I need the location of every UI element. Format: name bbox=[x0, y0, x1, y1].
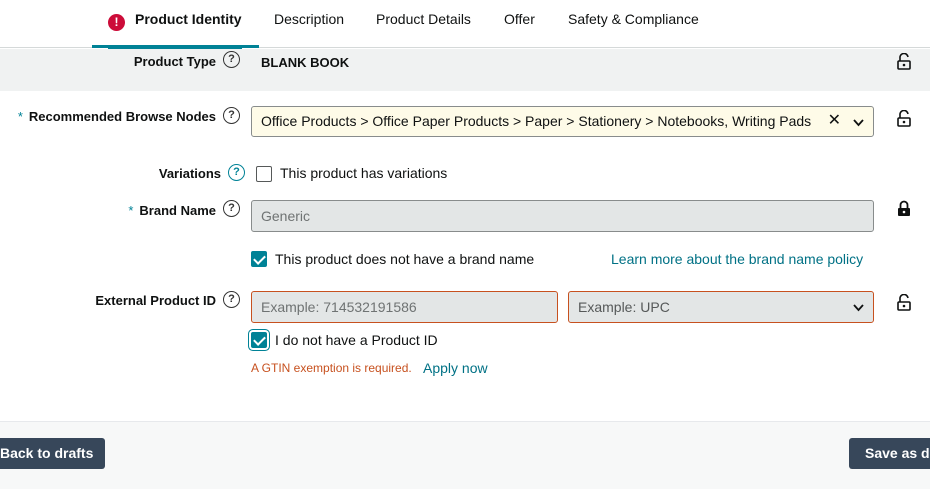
error-icon: ! bbox=[108, 14, 125, 31]
no-product-id-checkbox-label: I do not have a Product ID bbox=[275, 332, 438, 348]
tab-product-details[interactable]: Product Details bbox=[376, 0, 471, 48]
browse-nodes-help-icon[interactable]: ? bbox=[223, 107, 240, 124]
variations-checkbox[interactable] bbox=[256, 166, 272, 182]
gtin-error-message: A GTIN exemption is required. bbox=[251, 361, 412, 375]
product-id-type-value: Example: UPC bbox=[578, 299, 670, 315]
tab-offer[interactable]: Offer bbox=[504, 0, 535, 48]
back-to-drafts-button[interactable]: Back to drafts bbox=[0, 438, 106, 469]
tab-product-identity[interactable]: ! Product Identity bbox=[108, 0, 242, 49]
unlocked-lock-icon[interactable] bbox=[897, 294, 911, 311]
browse-nodes-label: * Recommended Browse Nodes bbox=[18, 109, 216, 124]
browse-nodes-value: Office Products > Office Paper Products … bbox=[261, 113, 812, 129]
external-id-label: External Product ID bbox=[95, 293, 216, 308]
product-type-value: BLANK BOOK bbox=[261, 55, 350, 70]
no-product-id-checkbox[interactable] bbox=[251, 332, 267, 348]
browse-nodes-select[interactable]: Office Products > Office Paper Products … bbox=[251, 106, 874, 137]
brand-name-label: * Brand Name bbox=[128, 203, 216, 218]
required-mark: * bbox=[17, 109, 23, 124]
variations-help-icon[interactable]: ? bbox=[228, 164, 245, 181]
tab-label: Product Identity bbox=[135, 11, 242, 27]
browse-nodes-label-text: Recommended Browse Nodes bbox=[28, 109, 216, 124]
no-brand-checkbox[interactable] bbox=[251, 251, 267, 267]
brand-name-label-text: Brand Name bbox=[139, 203, 216, 218]
active-tab-indicator bbox=[92, 45, 259, 48]
no-brand-checkbox-label: This product does not have a brand name bbox=[275, 251, 535, 267]
locked-lock-icon[interactable] bbox=[897, 200, 911, 217]
clear-icon[interactable]: ✕ bbox=[828, 107, 841, 135]
tab-description[interactable]: Description bbox=[274, 0, 344, 48]
unlocked-lock-icon[interactable] bbox=[897, 53, 911, 70]
apply-now-link[interactable]: Apply now bbox=[423, 360, 488, 376]
product-id-type-select[interactable]: Example: UPC bbox=[568, 291, 874, 323]
chevron-down-icon bbox=[853, 293, 864, 324]
product-id-input[interactable]: Example: 714532191586 bbox=[251, 291, 558, 323]
brand-policy-link[interactable]: Learn more about the brand name policy bbox=[611, 251, 863, 267]
variations-label: Variations bbox=[158, 166, 221, 181]
unlocked-lock-icon[interactable] bbox=[897, 110, 911, 127]
save-as-draft-button[interactable]: Save as draft bbox=[849, 438, 930, 469]
tab-safety-compliance[interactable]: Safety & Compliance bbox=[568, 0, 699, 48]
brand-name-input[interactable]: Generic bbox=[251, 200, 874, 232]
product-type-help-icon[interactable]: ? bbox=[223, 51, 240, 68]
required-mark: * bbox=[128, 203, 134, 218]
brand-name-help-icon[interactable]: ? bbox=[223, 200, 240, 217]
chevron-down-icon bbox=[853, 108, 864, 138]
product-type-label: Product Type bbox=[133, 54, 216, 69]
add-product-page: ! Product Identity Description Product De… bbox=[0, 0, 930, 489]
tab-bar: ! Product Identity Description Product De… bbox=[0, 0, 930, 49]
external-id-help-icon[interactable]: ? bbox=[223, 291, 240, 308]
footer-bar: Back to drafts Save as draft bbox=[0, 421, 930, 489]
variations-checkbox-label: This product has variations bbox=[280, 165, 448, 181]
